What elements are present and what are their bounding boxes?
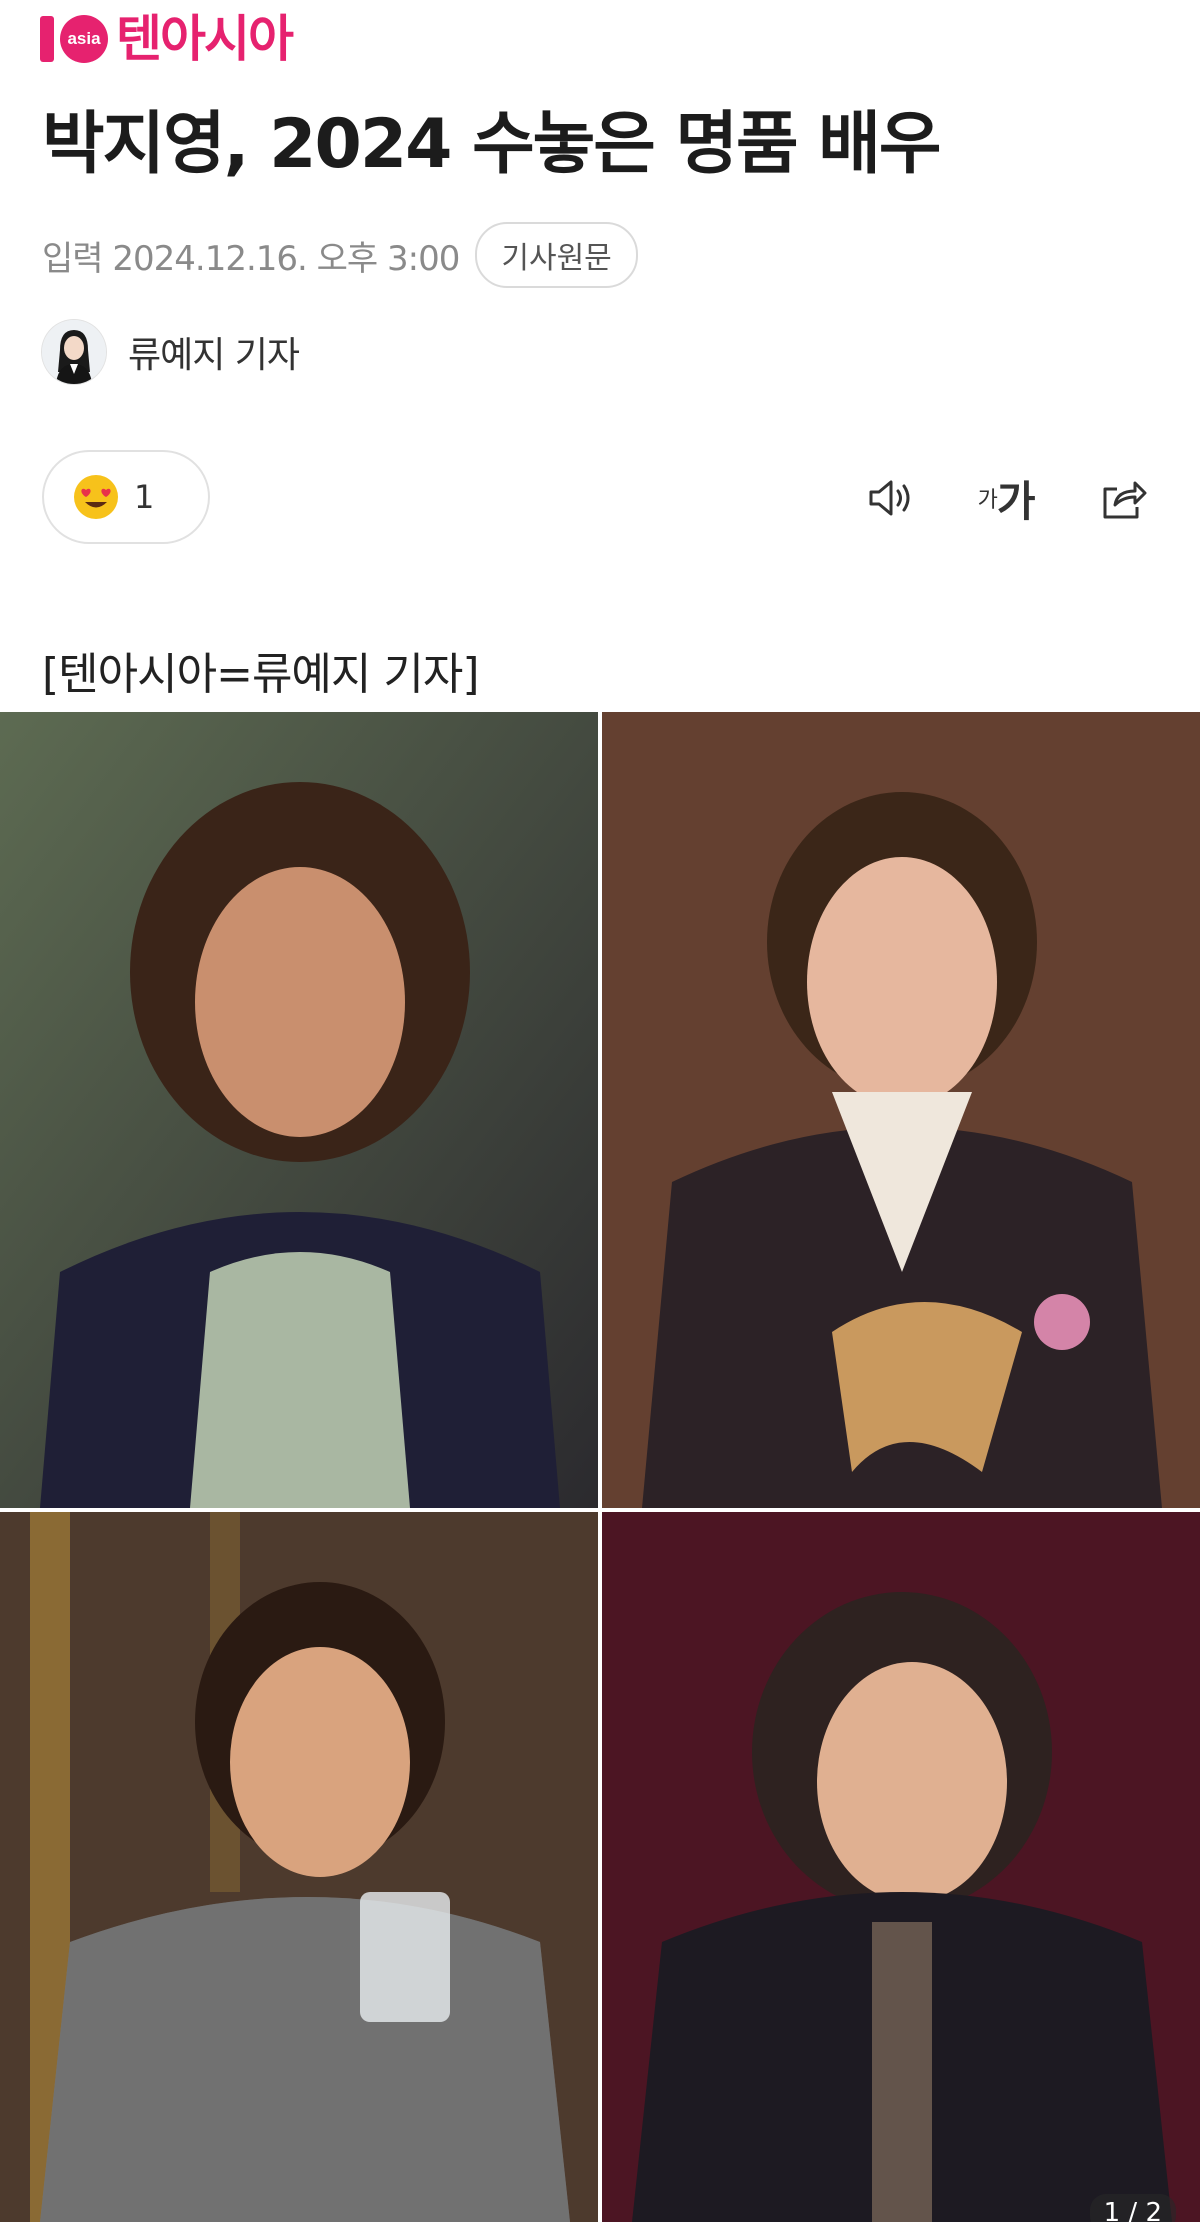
logo-one-bar: [40, 16, 54, 62]
article-tools: 가가: [802, 470, 1150, 526]
original-article-button[interactable]: 기사원문: [475, 222, 638, 288]
author-avatar: [42, 320, 106, 384]
logo-10asia-mark: asia: [40, 15, 108, 63]
font-size-button[interactable]: 가가: [977, 470, 1036, 526]
logo-brand-name: 텐아시아: [116, 10, 294, 68]
photo-actress-cardigan: [0, 712, 598, 1508]
author-name: 류예지 기자: [128, 335, 300, 376]
photo-actress-tweed: [0, 1512, 598, 2222]
author-info[interactable]: 류예지 기자: [42, 320, 300, 384]
logo-asia-badge: asia: [60, 15, 108, 63]
photo-actress-hanbok: [602, 712, 1200, 1508]
site-logo[interactable]: asia 텐아시아: [40, 10, 294, 68]
font-size-small-label: 가: [977, 488, 998, 513]
article-title: 박지영, 2024 수놓은 명품 배우: [42, 105, 941, 184]
article-byline: [텐아시아=류예지 기자]: [42, 649, 480, 700]
photo-collage[interactable]: 1 / 2: [0, 712, 1200, 2222]
reaction-count: 1: [134, 478, 155, 516]
photo-page-indicator: 1 / 2: [1089, 2194, 1176, 2222]
photo-actress-pinstripe: 1 / 2: [602, 1512, 1200, 2222]
listen-button[interactable]: [862, 470, 918, 526]
font-size-large-label: 가: [996, 476, 1036, 526]
article-meta: 입력 2024.12.16. 오후 3:00 기사원문: [42, 222, 638, 288]
reaction-button[interactable]: 1: [42, 450, 210, 544]
share-button[interactable]: [1094, 470, 1150, 526]
author-portrait-icon: [42, 320, 106, 384]
heart-eyes-emoji-icon: [74, 475, 118, 519]
publish-date: 입력 2024.12.16. 오후 3:00: [42, 238, 460, 279]
share-icon: [1103, 481, 1147, 519]
speaker-icon: [869, 480, 910, 516]
